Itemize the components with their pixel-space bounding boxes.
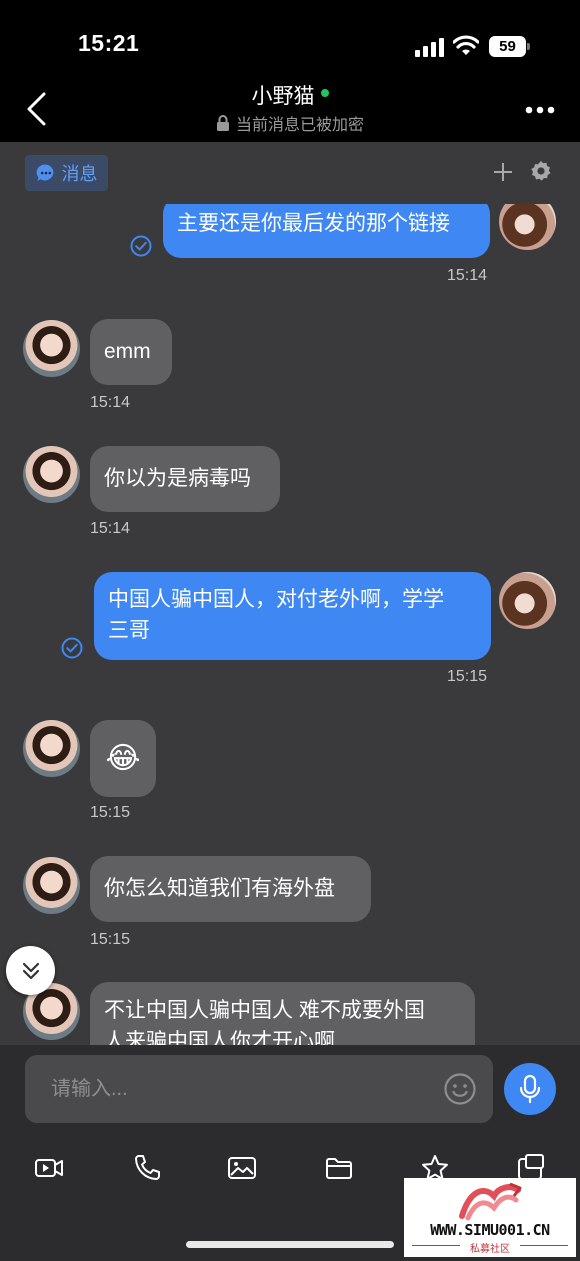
read-check-icon [130,235,152,257]
battery-cap [527,43,530,50]
plus-icon[interactable] [493,162,513,182]
message-text-line: 中国人骗中国人，对付老外啊，学学 [108,588,444,611]
more-options-icon[interactable] [524,105,556,115]
online-status-dot [320,89,329,97]
status-time: 15:21 [78,30,140,56]
emoji-icon[interactable] [443,1072,477,1106]
message-text: 你怎么知道我们有海外盘 [104,877,335,900]
avatar-contact[interactable] [23,320,80,377]
chat-header: 小野猫 当前消息已被加密 [0,80,580,142]
read-check-icon [61,637,83,659]
watermark-url: WWW.SIMU001.CN [430,1221,550,1239]
phone-icon[interactable] [132,1153,162,1183]
gear-icon[interactable] [530,160,552,182]
chat-message-list[interactable]: 主要还是你最后发的那个链接 15:14 emm 15:14 你以为是病毒吗 15… [0,204,580,1045]
watermark-logo [459,1182,522,1221]
message-time: 15:15 [90,804,131,821]
message-time: 15:14 [90,394,131,411]
cellular-signal-icon [415,38,444,57]
avatar-contact[interactable] [23,857,80,914]
laughing-emoji: 😂 [105,741,141,775]
message-time: 15:15 [90,931,131,948]
avatar-self[interactable] [499,572,556,629]
wifi-icon [453,35,479,55]
encryption-text: 当前消息已被加密 [235,117,364,134]
message-bubble-outgoing[interactable]: 中国人骗中国人，对付老外啊，学学 三哥 [94,572,491,660]
voice-input-button[interactable] [504,1063,556,1115]
message-bubble-incoming[interactable]: emm [90,319,172,385]
message-text: 你以为是病毒吗 [104,467,251,490]
status-bar: 15:21 59 [0,0,580,80]
message-input[interactable] [25,1055,493,1123]
lock-icon [216,115,229,131]
watermark-subtitle: 私募社区 [470,1244,510,1255]
watermark: WWW.SIMU001.CN 私募社区 [404,1178,576,1257]
folder-icon[interactable] [324,1153,354,1183]
message-text: emm [104,340,151,363]
message-text-line: 三哥 [108,619,150,642]
chat-bubble-icon [36,164,53,181]
avatar-contact[interactable] [23,720,80,777]
microphone-icon [519,1074,541,1104]
contact-title[interactable]: 小野猫 [0,80,580,110]
home-indicator[interactable] [186,1241,394,1248]
double-chevron-down-icon [22,962,39,979]
battery-level: 59 [489,36,526,57]
message-text: 主要还是你最后发的那个链接 [177,212,450,235]
message-bubble-incoming[interactable]: 你怎么知道我们有海外盘 [90,856,371,922]
video-icon[interactable] [34,1153,64,1183]
message-bubble-incoming[interactable]: 不让中国人骗中国人 难不成要外国 人来骗中国人你才开心啊 [90,982,475,1045]
message-time: 15:14 [90,520,131,537]
encryption-notice: 当前消息已被加密 [0,111,580,136]
scroll-to-bottom-button[interactable] [6,946,55,995]
message-text-line: 人来骗中国人你才开心啊 [104,1030,335,1045]
tab-messages-label: 消息 [61,164,98,184]
tab-messages[interactable]: 消息 [25,155,108,191]
message-text-line: 不让中国人骗中国人 难不成要外国 [104,999,425,1022]
battery-indicator: 59 [489,36,531,57]
message-time: 15:15 [447,668,488,685]
message-bubble-incoming[interactable]: 😂 [90,720,156,797]
message-bubble-outgoing[interactable]: 主要还是你最后发的那个链接 [163,204,490,258]
contact-name: 小野猫 [251,85,315,108]
message-time: 15:14 [447,267,488,284]
message-bubble-incoming[interactable]: 你以为是病毒吗 [90,446,280,512]
image-icon[interactable] [227,1153,257,1183]
avatar-self[interactable] [499,204,556,250]
avatar-contact[interactable] [23,446,80,503]
